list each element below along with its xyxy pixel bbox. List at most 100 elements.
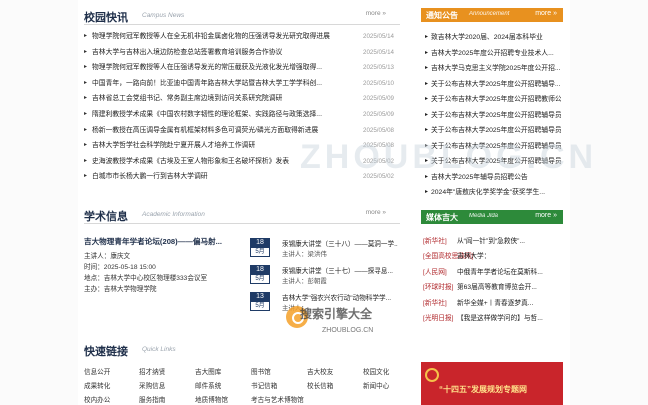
media-subtitle: Media Jlda [469, 213, 499, 219]
media-row: [全国高校思政网] 吉林大学： [421, 249, 563, 264]
bullet-arrow-icon: ▸ [425, 49, 429, 56]
bullet-arrow-icon: ▸ [425, 65, 429, 71]
news-item-date: 2025/05/02 [363, 173, 394, 181]
academic-subtitle: Academic Information [142, 211, 205, 218]
news-row: ▸ 物理学院何冠军教授等人在压强诱导发光的常压截获及光液化发光增强取得... 202… [84, 60, 394, 76]
quick-link[interactable]: 校长信箱 [307, 380, 333, 390]
quick-link[interactable]: 新闻中心 [363, 380, 389, 390]
quick-link[interactable]: 服务指南 [139, 394, 165, 404]
bullet-arrow-icon: ▸ [425, 189, 429, 195]
quick-link[interactable]: 吉大校友 [307, 366, 333, 376]
right-gutter [570, 0, 648, 405]
media-list: [新华社] 从“阎一针”到“急救侠”... [全国高校思政网] 吉林大学： [人民网] 中… [421, 234, 563, 326]
notice-item-title[interactable]: 关于公布吉林大学2025年度公开招聘辅导员招聘进... [431, 139, 561, 155]
media-item-title[interactable]: 吉林大学： [457, 249, 561, 264]
quick-link[interactable]: 信息公开 [84, 366, 110, 376]
quick-link[interactable]: 采购信息 [139, 380, 165, 390]
news-more-link[interactable]: more » [366, 10, 386, 17]
academic-header: 学术信息 Academic Information more » [84, 207, 400, 224]
academic-feature-place: 地点：吉林大学中心校区物理楼333会议室 [84, 275, 208, 282]
media-item-title[interactable]: 新华全媒+丨青春逐梦真... [457, 296, 561, 311]
notice-item-title[interactable]: 关于公布吉林大学2025年度公开招聘辅导员招聘进... [431, 154, 561, 170]
notice-title: 通知公告 [426, 11, 458, 20]
news-item-title[interactable]: 白城市市长杨大鹏一行到吉林大学调研 [92, 169, 360, 185]
quick-link[interactable]: 图书馆 [251, 366, 271, 376]
news-item-title[interactable]: 隋建利教授学术成果《中国农村数字韧性的理论框架、实践路径与政策选择... [92, 107, 360, 123]
news-item-title[interactable]: 吉林大学哲学社会科学院赴宁夏开展人才培养工作调研 [92, 138, 360, 154]
notice-more-link[interactable]: more » [535, 10, 557, 17]
academic-item-title[interactable]: 吉林大学"强农兴农行动"动物科学学... [282, 292, 398, 302]
bullet-arrow-icon: ▸ [84, 157, 88, 164]
notice-row: ▸ 吉林大学马克思主义学院2025年度公开招... [421, 61, 563, 77]
media-item-source: [人民网] [423, 268, 447, 276]
news-item-title[interactable]: 中国青年，一路向前！比亚迪中国青年路吉林大学站暨吉林大学工学学科创... [92, 76, 360, 92]
notice-row: ▸关于公布吉林大学2025年度公开招聘辅导员招聘进... [421, 108, 563, 124]
news-item-title[interactable]: 吉林省总工会党组书记、常务副主席边境到访问关系研究院调研 [92, 91, 360, 107]
bullet-arrow-icon: ▸ [425, 158, 429, 164]
media-row: [环球时报] 第63届高等教育博览会开... [421, 280, 563, 295]
academic-date-month: 5月 [250, 248, 270, 257]
notice-item-title[interactable]: 吉林大学2025年辅导员招聘公告 [431, 170, 561, 186]
academic-feature: 吉大物理青年学者论坛(208)——偏马射... 主讲人：康庆文 时间：2025-… [84, 236, 244, 295]
quick-link[interactable]: 校内办公 [84, 394, 110, 404]
news-row: ▸ 物理学院何冠军教授等人在全无机非铅金属卤化物的压强诱导发光研究取得进展 2025… [84, 29, 394, 45]
news-item-title[interactable]: 吉林大学与吉林出入境边防检查总站签署教育培训服务合作协议 [92, 45, 360, 61]
quick-link[interactable]: 校园文化 [363, 366, 389, 376]
news-row: ▸ 白城市市长杨大鹏一行到吉林大学调研 2025/05/02 [84, 169, 394, 185]
quick-link[interactable]: 地质博物馆 [195, 394, 228, 404]
news-item-date: 2025/05/08 [363, 142, 394, 150]
quick-link[interactable]: 招才纳贤 [139, 366, 165, 376]
academic-date: 13 5月 [250, 292, 270, 311]
bullet-arrow-icon: ▸ [425, 127, 429, 133]
bullet-arrow-icon: ▸ [84, 126, 88, 133]
academic-item-title[interactable]: 汞锡康大讲堂（三十七）——探寻息... [282, 265, 398, 275]
academic-title: 学术信息 [84, 211, 128, 223]
academic-feature-title[interactable]: 吉大物理青年学者论坛(208)——偏马射... [84, 236, 244, 247]
bullet-arrow-icon: ▸ [84, 33, 88, 39]
notice-item-title[interactable]: 2024年"唐敖庆化学奖学金"获奖学生... [431, 185, 561, 201]
news-item-date: 2025/05/14 [363, 48, 394, 56]
news-item-date: 2025/05/08 [363, 126, 394, 134]
quick-link[interactable]: 考古与艺术博物馆 [251, 394, 304, 404]
notice-item-title[interactable]: 关于公布吉林大学2025年度公开招聘辅导... [431, 77, 561, 93]
news-item-date: 2025/05/10 [363, 79, 394, 87]
media-row: [光明日报] 【我是这样做学问的】与哲... [421, 311, 563, 326]
quick-link[interactable]: 邮件系统 [195, 380, 221, 390]
news-item-title[interactable]: 史海波教授学术成果《古埃及王室人物形象和王名破坏探析》发表 [92, 154, 360, 170]
news-item-title[interactable]: 物理学院何冠军教授等人在压强诱导发光的常压截获及光液化发光增强取得... [92, 60, 360, 76]
notice-item-title[interactable]: 关于公布吉林大学2025年度公开招聘辅导员招聘进... [431, 108, 561, 124]
news-header: 校园快讯 Campus News more » [84, 8, 400, 25]
academic-item: 13 5月 吉林大学"强农兴农行动"动物科学学... 主讲人：... [250, 290, 398, 317]
plan-banner[interactable]: “十四五”发展规划专题网 [421, 362, 563, 405]
news-item-date: 2025/05/09 [363, 110, 394, 118]
notice-item-title[interactable]: 致吉林大学2020届、2024届本科毕业 [431, 30, 561, 46]
academic-date-month: 5月 [250, 275, 270, 284]
news-row: ▸ 杨新一教授在高压调导金属有机框架材料多色可调荧光/磷光方面取得新进展 2025/… [84, 123, 394, 139]
media-item-title[interactable]: 从“阎一针”到“急救侠”... [457, 234, 561, 249]
notice-item-title[interactable]: 吉林大学马克思主义学院2025年度公开招... [431, 61, 561, 77]
media-item-title[interactable]: 第63届高等教育博览会开... [457, 280, 561, 295]
notice-item-title[interactable]: 关于公布吉林大学2025年度公开招聘辅导员招聘进... [431, 123, 561, 139]
news-row: ▸ 吉林大学与吉林出入境边防检查总站签署教育培训服务合作协议 2025/05/14 [84, 45, 394, 61]
notice-row: ▸ 关于公布吉林大学2025年度公开招聘辅导... [421, 77, 563, 93]
quick-link[interactable]: 吉大图库 [195, 366, 221, 376]
notice-item-title[interactable]: 吉林大学2025年度公开招聘专业技术人... [431, 46, 561, 62]
media-item-source: [新华社] [423, 299, 447, 307]
news-item-title[interactable]: 物理学院何冠军教授等人在全无机非铅金属卤化物的压强诱导发光研究取得进展 [92, 29, 360, 45]
quick-link[interactable]: 书记信箱 [251, 380, 277, 390]
quick-link[interactable]: 成果转化 [84, 380, 110, 390]
media-more-link[interactable]: more » [535, 212, 557, 219]
academic-more-link[interactable]: more » [366, 209, 386, 216]
academic-item: 18 5月 汞锡康大讲堂（三十七）——探寻息... 主讲人：彭朝霞 [250, 263, 398, 290]
notice-item-title[interactable]: 关于公布吉林大学2025年度公开招聘教师公告（... [431, 92, 561, 108]
academic-item-title[interactable]: 汞锡康大讲堂（三十八）——莫洞一学... [282, 238, 398, 248]
left-gutter [0, 0, 78, 405]
academic-list: 18 5月 汞锡康大讲堂（三十八）——莫洞一学... 主讲人：梁洪伟 18 5月 汞锡康大讲… [250, 236, 398, 317]
academic-feature-time: 时间：2025-05-18 15:00 [84, 264, 156, 271]
news-item-title[interactable]: 杨新一教授在高压调导金属有机框架材料多色可调荧光/磷光方面取得新进展 [92, 123, 360, 139]
academic-item-speaker: 主讲人：... [282, 305, 313, 312]
bullet-arrow-icon: ▸ [425, 80, 429, 87]
media-item-title[interactable]: 【我是这样做学问的】与哲... [457, 311, 561, 326]
notice-row: ▸ 2024年"唐敖庆化学奖学金"获奖学生... [421, 185, 563, 201]
media-item-title[interactable]: 中俄青年学者论坛在莫斯科... [457, 265, 561, 280]
